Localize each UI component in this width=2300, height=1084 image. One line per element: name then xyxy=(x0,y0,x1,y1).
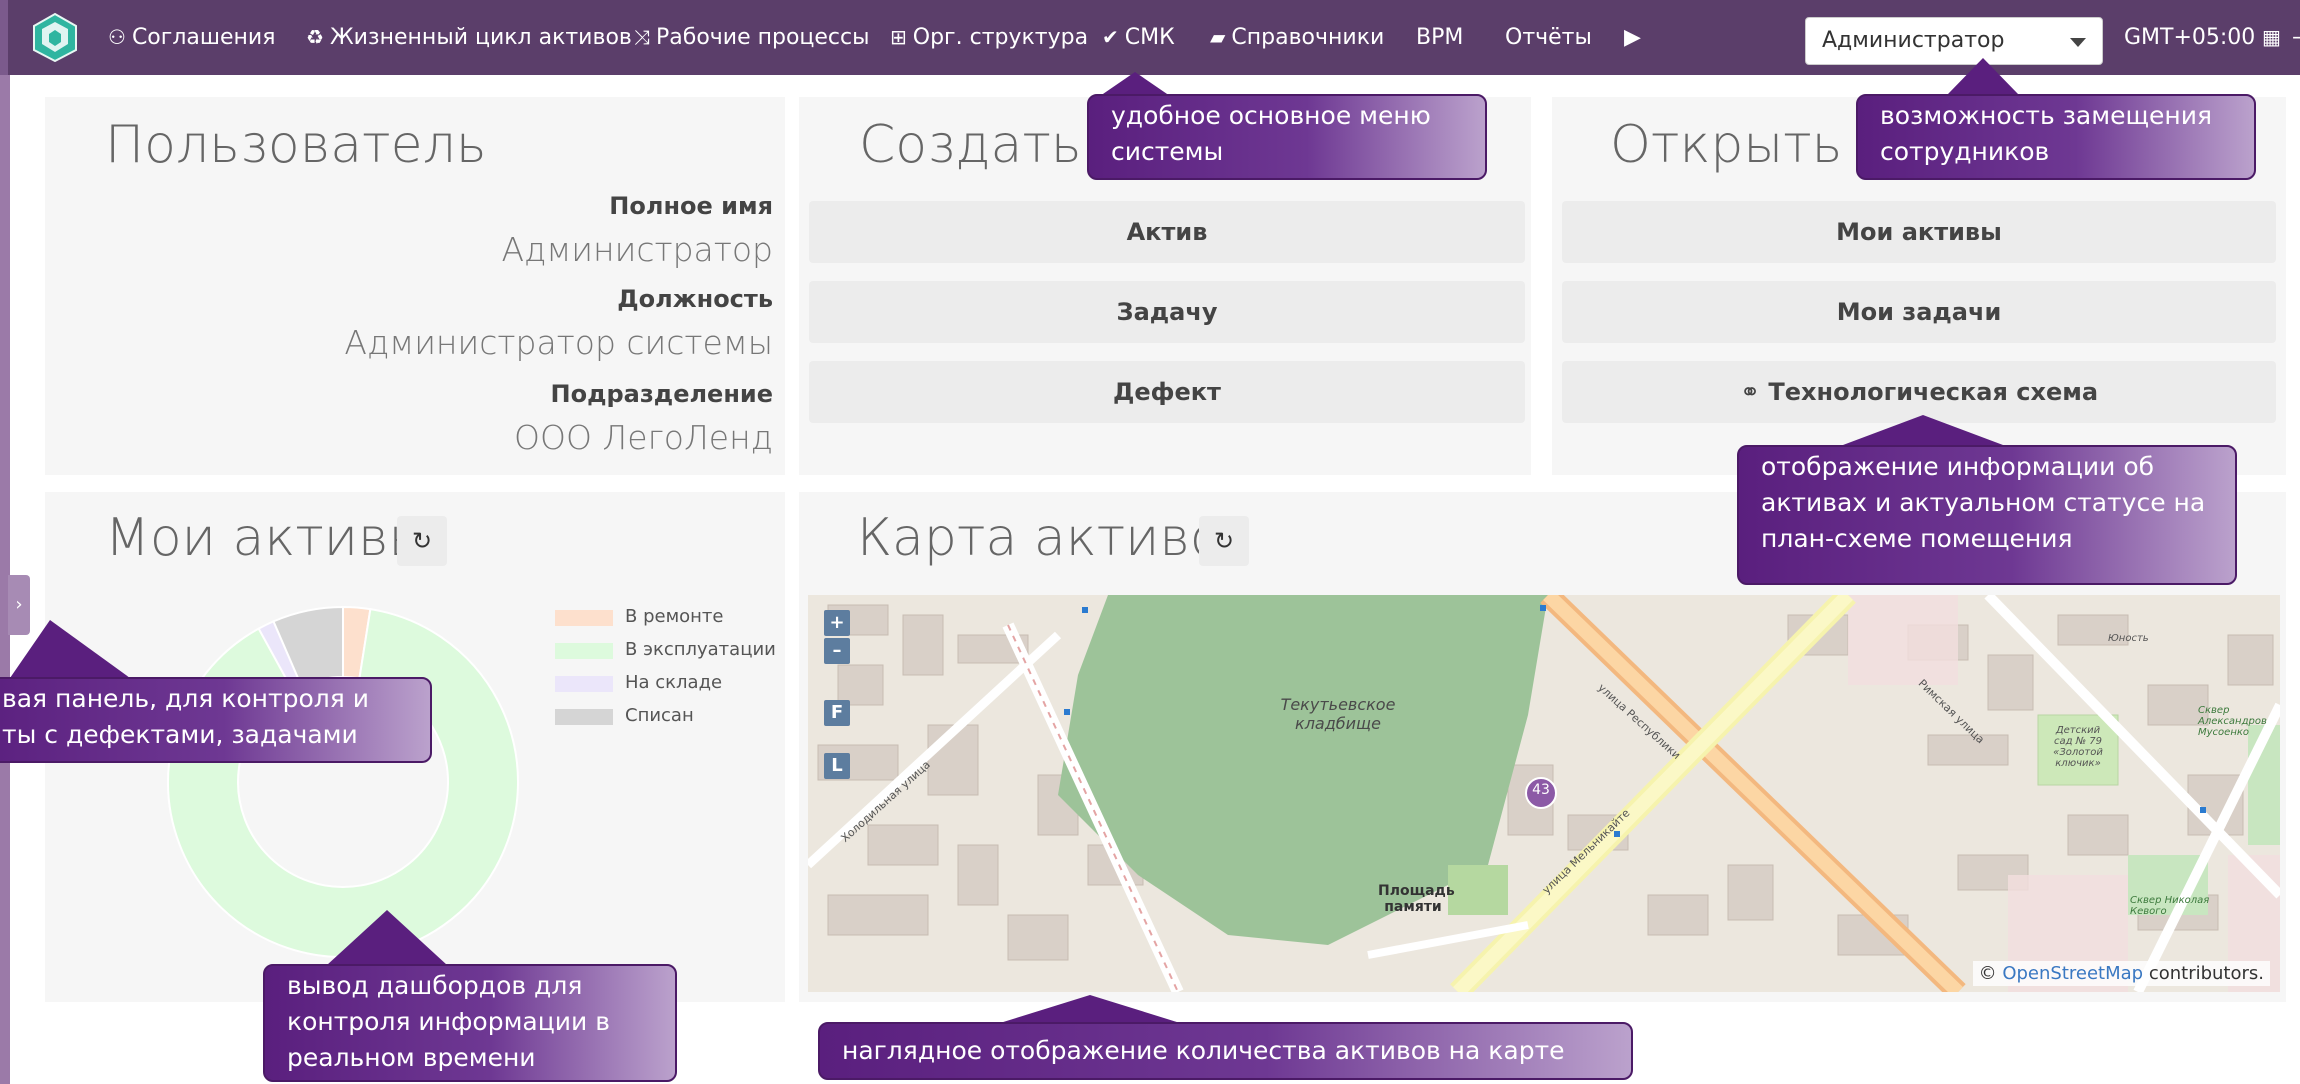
legend-label-3: Списан xyxy=(625,705,694,726)
tech-scheme-button[interactable]: ⚭ Технологическая схема xyxy=(1562,361,2276,423)
timezone-label: GMT+05:00 xyxy=(2124,25,2256,50)
legend-item-1[interactable]: В эксплуатации xyxy=(555,639,776,660)
callout-dashboards-pointer xyxy=(327,910,447,965)
legend-swatch-2 xyxy=(555,676,613,692)
callout-map: наглядное отображение количества активов… xyxy=(818,1022,1633,1080)
legend-item-3[interactable]: Списан xyxy=(555,705,694,726)
asset-map-title: Карта активов xyxy=(857,508,1253,568)
legend-item-2[interactable]: На складе xyxy=(555,672,723,693)
nav-item-bpm[interactable]: BPM xyxy=(1416,0,1463,75)
user-panel-title: Пользователь xyxy=(105,115,487,175)
map-layers-button[interactable]: L xyxy=(824,753,850,779)
app-logo-icon[interactable] xyxy=(30,12,80,62)
map-label-square-nikolaev: Сквер Николая Кевого xyxy=(2130,895,2210,917)
nav-item-agreements[interactable]: ⚇ Соглашения xyxy=(108,0,275,75)
refresh-icon: ↻ xyxy=(411,527,433,555)
callout-dashboards: вывод дашбордов для контроля информации … xyxy=(263,964,677,1082)
handshake-icon: ⚇ xyxy=(108,25,126,49)
open-panel-title: Открыть xyxy=(1610,115,1843,175)
shuffle-icon: ⤨ xyxy=(634,25,650,49)
caret-down-icon xyxy=(2070,38,2086,47)
chevron-right-icon: › xyxy=(15,594,23,615)
callout-substitute-pointer xyxy=(1948,58,2018,94)
play-icon: ▶ xyxy=(1624,25,1641,50)
nav-item-asset-lifecycle[interactable]: ♻ Жизненный цикл активов xyxy=(306,0,632,75)
callout-scheme: отображение информации об активах и акту… xyxy=(1737,445,2237,585)
my-assets-title: Мои активы xyxy=(105,508,429,568)
map-label-square-aleksandrov: Сквер Александров Мусоенко xyxy=(2198,705,2267,738)
callout-menu: удобное основное меню системы xyxy=(1087,94,1487,180)
legend-label-1: В эксплуатации xyxy=(625,639,776,660)
sitemap-icon: ⊞ xyxy=(890,25,907,49)
asset-map-refresh-button[interactable]: ↻ xyxy=(1199,516,1249,566)
map-label-cemetery: Текутьевское кладбище xyxy=(1280,695,1396,733)
callout-substitute: возможность замещения сотрудников xyxy=(1856,94,2256,180)
my-assets-button[interactable]: Мои активы xyxy=(1562,201,2276,263)
position-label: Должность xyxy=(617,285,773,313)
callout-map-pointer xyxy=(1000,995,1180,1023)
app-root: ⚇ Соглашения ♻ Жизненный цикл активов ⤨ Раб… xyxy=(0,0,2300,1084)
map-label-park: Юность xyxy=(2108,633,2149,644)
legend-swatch-0 xyxy=(555,610,613,626)
create-defect-button[interactable]: Дефект xyxy=(809,361,1525,423)
legend-swatch-1 xyxy=(555,643,613,659)
osm-link[interactable]: OpenStreetMap xyxy=(2002,963,2143,984)
callout-sidepanel: вая панель, для контроля и ты с дефектам… xyxy=(0,677,432,763)
department-value: ООО ЛегоЛенд xyxy=(514,418,773,457)
legend-label-0: В ремонте xyxy=(625,606,724,627)
map-label-kindergarten: Детский сад № 79 «Золотой ключик» xyxy=(2053,725,2103,769)
nav-item-org-structure[interactable]: ⊞ Орг. структура xyxy=(890,0,1088,75)
my-tasks-button[interactable]: Мои задачи xyxy=(1562,281,2276,343)
map-cluster-count[interactable]: 43 xyxy=(1525,782,1557,798)
my-assets-refresh-button[interactable]: ↻ xyxy=(397,516,447,566)
full-name-label: Полное имя xyxy=(609,192,773,220)
callout-sidepanel-pointer xyxy=(10,620,130,678)
create-asset-button[interactable]: Актив xyxy=(809,201,1525,263)
map-fullscreen-button[interactable]: F xyxy=(824,700,850,726)
full-name-value: Администратор xyxy=(501,230,773,269)
nav-item-reports[interactable]: Отчёты xyxy=(1505,0,1592,75)
grid-icon[interactable]: ▦ xyxy=(2262,27,2282,47)
callout-scheme-pointer xyxy=(1843,415,2003,445)
recycle-icon: ♻ xyxy=(306,25,324,49)
map-zoom-in-button[interactable]: + xyxy=(824,610,850,636)
position-value: Администратор системы xyxy=(344,323,773,362)
legend-item-0[interactable]: В ремонте xyxy=(555,606,724,627)
map-attribution: © OpenStreetMap contributors. xyxy=(1972,961,2270,986)
map-label-square: Площадь памяти xyxy=(1378,883,1455,915)
refresh-icon: ↻ xyxy=(1213,527,1235,555)
user-panel: Пользователь Полное имя Администратор До… xyxy=(45,97,785,475)
link-icon: ⚭ xyxy=(1739,378,1769,406)
nav-more-button[interactable]: ▶ xyxy=(1624,0,1641,75)
logout-icon[interactable]: ⇥ xyxy=(2292,27,2300,47)
map-zoom-out-button[interactable]: – xyxy=(824,638,850,664)
check-icon: ✔ xyxy=(1102,25,1119,49)
create-task-button[interactable]: Задачу xyxy=(809,281,1525,343)
create-panel-title: Создать xyxy=(859,115,1082,175)
nav-item-workflows[interactable]: ⤨ Рабочие процессы xyxy=(634,0,869,75)
book-icon: ▰ xyxy=(1210,25,1226,49)
callout-menu-pointer xyxy=(1100,72,1170,96)
nav-item-references[interactable]: ▰ Справочники xyxy=(1210,0,1384,75)
legend-swatch-3 xyxy=(555,709,613,725)
department-label: Подразделение xyxy=(550,380,773,408)
legend-label-2: На складе xyxy=(625,672,723,693)
nav-item-smk[interactable]: ✔ СМК xyxy=(1102,0,1175,75)
asset-map[interactable]: Текутьевское кладбище Площадь памяти 43 … xyxy=(808,595,2280,992)
